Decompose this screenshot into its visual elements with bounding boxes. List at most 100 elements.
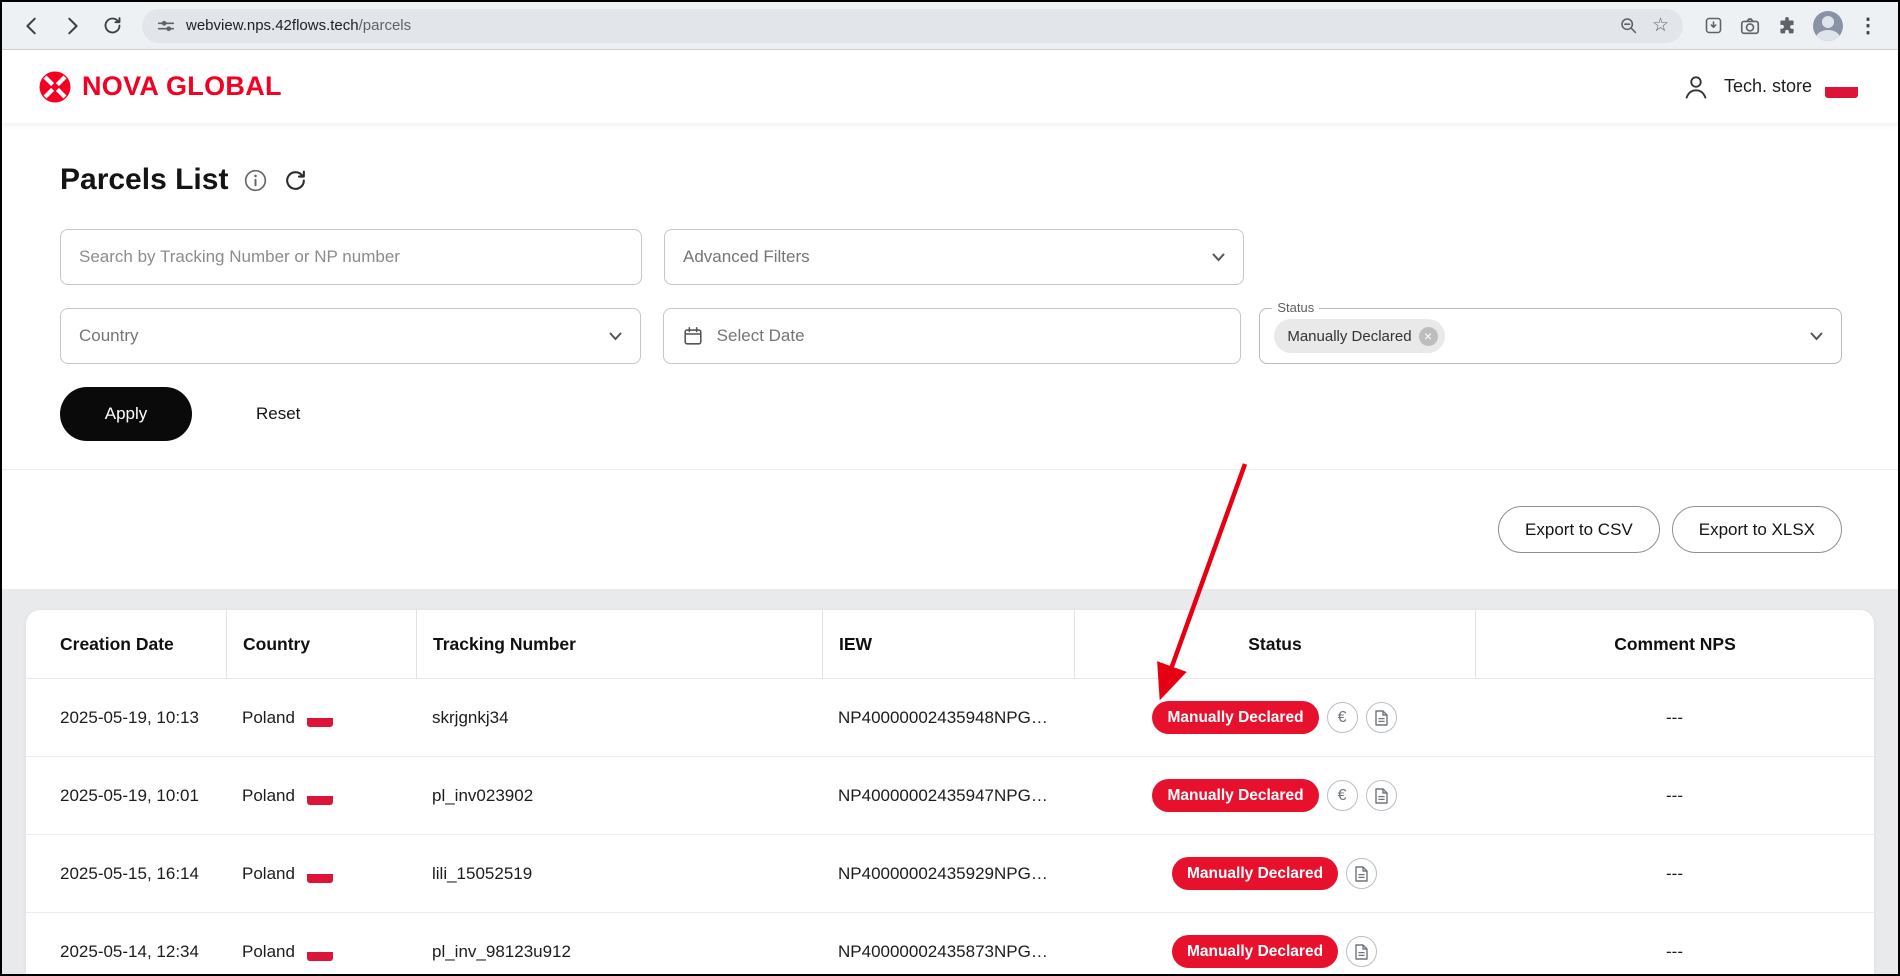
tracking-number-cell: lili_15052519 — [432, 863, 533, 883]
user-icon — [1685, 75, 1707, 99]
tracking-number-cell: pl_inv_98123u912 — [432, 941, 571, 961]
customs-payment-euro-icon[interactable]: € — [1326, 780, 1358, 811]
poland-flag-icon — [306, 942, 333, 961]
search-input[interactable] — [60, 229, 642, 285]
site-info-icon[interactable] — [156, 16, 176, 36]
creation-date-cell: 2025-05-19, 10:13 — [60, 707, 199, 727]
documents-icon[interactable] — [1365, 780, 1397, 811]
date-picker-input[interactable]: Select Date — [662, 308, 1242, 364]
export-csv-button[interactable]: Export to CSV — [1498, 506, 1660, 553]
comment-nps-cell: --- — [1666, 941, 1683, 961]
country-name: Poland — [242, 863, 295, 883]
column-header-iew: IEW — [822, 610, 1074, 678]
apply-button[interactable]: Apply — [60, 387, 192, 441]
refresh-list-icon[interactable] — [283, 168, 308, 193]
back-button[interactable] — [14, 8, 50, 44]
status-cell: Manually Declared € — [1074, 757, 1475, 834]
documents-icon[interactable] — [1346, 858, 1378, 889]
export-row: Export to CSV Export to XLSX — [60, 506, 1842, 553]
title-row: Parcels List — [60, 163, 1842, 197]
customs-payment-euro-icon[interactable]: € — [1326, 702, 1358, 733]
browser-window: webview.nps.42flows.tech/parcels ☆ ⋮ NOV… — [0, 0, 1900, 976]
status-chip-label: Manually Declared — [1287, 327, 1412, 345]
status-badge: Manually Declared — [1171, 935, 1339, 968]
country-select-label: Country — [79, 326, 139, 345]
logo-text: NOVA GLOBAL — [82, 71, 282, 101]
toolbar-extension-icon-1[interactable] — [1703, 15, 1724, 36]
reset-button[interactable]: Reset — [256, 404, 300, 424]
iew-cell: NP40000002435929NPG… — [838, 863, 1048, 883]
account-button[interactable]: Tech. store — [1681, 72, 1858, 102]
comment-nps-cell: --- — [1666, 707, 1683, 727]
date-picker-label: Select Date — [716, 326, 805, 345]
status-select[interactable]: Status Manually Declared × — [1259, 300, 1842, 364]
status-cell: Manually Declared — [1074, 835, 1475, 912]
iew-cell: NP40000002435948NPG… — [838, 707, 1048, 727]
iew-cell: NP40000002435873NPG… — [838, 941, 1048, 961]
chip-remove-icon[interactable]: × — [1418, 326, 1438, 346]
country-name: Poland — [242, 941, 295, 961]
page-title: Parcels List — [60, 163, 229, 196]
status-badge: Manually Declared — [1152, 701, 1319, 734]
documents-icon[interactable] — [1365, 702, 1397, 733]
country-cell: Poland — [226, 757, 416, 834]
status-badge: Manually Declared — [1171, 857, 1339, 890]
forward-arrow-icon — [68, 17, 78, 34]
reload-icon — [104, 17, 120, 34]
status-field-label: Status — [1272, 300, 1320, 315]
column-header-creation-date: Creation Date — [60, 633, 174, 654]
poland-flag-icon — [1825, 75, 1858, 98]
country-name: Poland — [242, 707, 295, 727]
table-row: 2025-05-19, 10:13 Poland skrjgnkj34 NP40… — [26, 679, 1874, 757]
country-cell: Poland — [226, 835, 416, 912]
table-header-row: Creation Date Country Tracking Number IE… — [26, 610, 1874, 679]
app-header: NOVA GLOBAL Tech. store — [2, 50, 1898, 123]
browser-actions: ⋮ — [1695, 10, 1886, 41]
country-cell: Poland — [226, 679, 416, 756]
forward-button[interactable] — [54, 8, 90, 44]
country-cell: Poland — [226, 913, 416, 974]
calendar-icon — [684, 326, 702, 345]
profile-avatar[interactable] — [1813, 10, 1843, 41]
section-divider — [2, 469, 1898, 470]
column-header-country: Country — [226, 610, 416, 678]
bookmark-star-icon[interactable]: ☆ — [1652, 16, 1669, 35]
chevron-down-icon — [609, 332, 622, 341]
back-arrow-icon — [26, 17, 36, 34]
url-path: /parcels — [358, 17, 412, 34]
export-xlsx-button[interactable]: Export to XLSX — [1671, 506, 1842, 553]
toolbar-extension-icon-2[interactable] — [1739, 15, 1761, 37]
extensions-puzzle-icon[interactable] — [1776, 15, 1798, 37]
chevron-down-icon — [1212, 253, 1225, 262]
table-row: 2025-05-15, 16:14 Poland lili_15052519 N… — [26, 835, 1874, 913]
parcels-table: Creation Date Country Tracking Number IE… — [26, 610, 1874, 974]
advanced-filters-select[interactable]: Advanced Filters — [664, 229, 1244, 285]
table-row: 2025-05-19, 10:01 Poland pl_inv023902 NP… — [26, 757, 1874, 835]
filter-row-1: Advanced Filters — [60, 229, 1842, 285]
tracking-number-cell: skrjgnkj34 — [432, 707, 509, 727]
poland-flag-icon — [306, 864, 333, 883]
browser-menu-icon[interactable]: ⋮ — [1858, 16, 1878, 36]
poland-flag-icon — [306, 708, 333, 727]
advanced-filters-label: Advanced Filters — [683, 247, 810, 266]
creation-date-cell: 2025-05-14, 12:34 — [60, 941, 199, 961]
iew-cell: NP40000002435947NPG… — [838, 785, 1048, 805]
logo-link[interactable]: NOVA GLOBAL — [38, 70, 282, 104]
country-name: Poland — [242, 785, 295, 805]
address-bar[interactable]: webview.nps.42flows.tech/parcels ☆ — [142, 8, 1683, 43]
status-badge: Manually Declared — [1152, 779, 1319, 812]
column-header-status: Status — [1074, 610, 1475, 678]
zoom-icon[interactable] — [1619, 16, 1638, 35]
status-chip: Manually Declared × — [1274, 319, 1445, 353]
url-text[interactable]: webview.nps.42flows.tech/parcels — [186, 17, 411, 34]
comment-nps-cell: --- — [1666, 785, 1683, 805]
filter-row-2: Country Select Date Status Manually Decl… — [60, 300, 1842, 364]
app-page: NOVA GLOBAL Tech. store Parcels List Sea… — [2, 50, 1898, 974]
info-icon[interactable] — [244, 169, 267, 192]
reload-button[interactable] — [94, 8, 130, 44]
documents-icon[interactable] — [1346, 936, 1378, 967]
tracking-number-cell: pl_inv023902 — [432, 785, 534, 805]
omnibox-actions: ☆ — [1619, 16, 1669, 35]
column-header-comment-nps: Comment NPS — [1475, 610, 1874, 678]
country-select[interactable]: Country — [60, 308, 641, 364]
